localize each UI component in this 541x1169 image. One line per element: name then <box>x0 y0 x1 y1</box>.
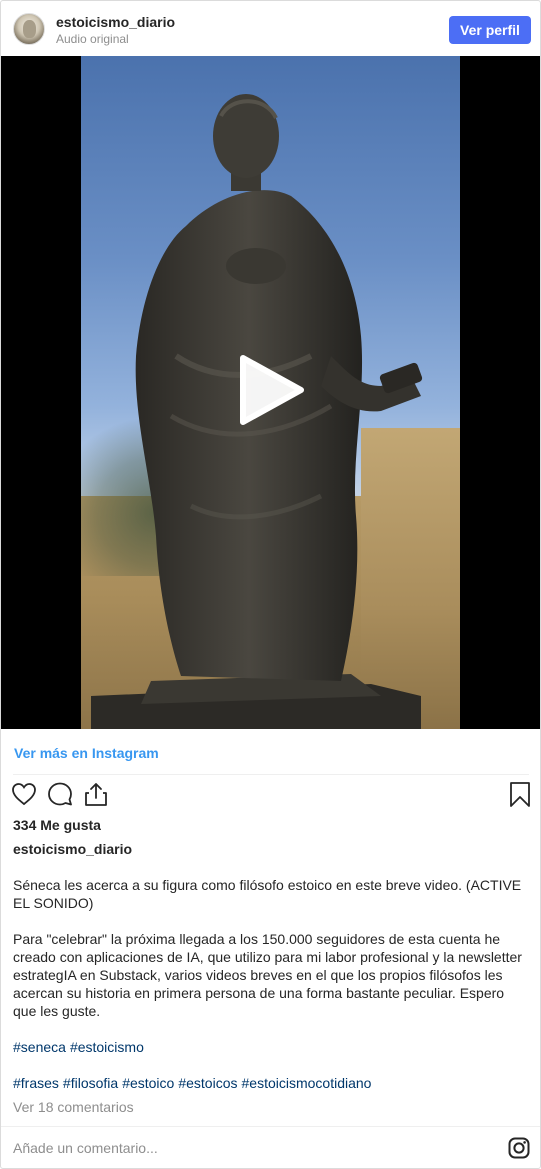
hashtag-link[interactable]: #filosofia <box>63 1075 118 1091</box>
view-more-instagram-link[interactable]: Ver más en Instagram <box>14 745 159 761</box>
comment-icon[interactable] <box>47 781 73 807</box>
instagram-icon[interactable] <box>508 1137 530 1159</box>
divider <box>13 774 529 775</box>
hashtags-line: #seneca #estoicismo <box>13 1038 531 1056</box>
header-username[interactable]: estoicismo_diario <box>56 14 175 30</box>
view-comments-link[interactable]: Ver 18 comentarios <box>13 1099 134 1115</box>
video-player[interactable] <box>1 56 540 729</box>
audio-label[interactable]: Audio original <box>56 32 129 46</box>
post-header: estoicismo_diario Audio original Ver per… <box>1 1 540 57</box>
action-bar <box>1 781 540 811</box>
hashtag-link[interactable]: #estoico <box>122 1075 174 1091</box>
heart-icon[interactable] <box>11 781 37 807</box>
play-icon[interactable] <box>237 354 307 426</box>
add-comment-input[interactable] <box>13 1140 313 1156</box>
likes-count[interactable]: 334 Me gusta <box>13 817 101 833</box>
caption-paragraph: Para "celebrar" la próxima llegada a los… <box>13 931 522 1019</box>
hashtag-link[interactable]: #estoicos <box>178 1075 237 1091</box>
hashtag-link[interactable]: #frases <box>13 1075 59 1091</box>
avatar[interactable] <box>13 13 45 45</box>
hashtag-link[interactable]: #estoicismocotidiano <box>242 1075 372 1091</box>
caption-paragraph: Séneca les acerca a su figura como filós… <box>13 877 522 911</box>
bookmark-icon[interactable] <box>507 781 533 807</box>
hashtags-line: #frases #filosofia #estoico #estoicos #estoi… <box>13 1074 531 1092</box>
hashtag-link[interactable]: #seneca <box>13 1039 66 1055</box>
caption: Séneca les acerca a su figura como filós… <box>13 876 531 1110</box>
divider <box>1 1126 540 1127</box>
caption-username[interactable]: estoicismo_diario <box>13 841 132 857</box>
share-icon[interactable] <box>83 781 109 807</box>
view-profile-button[interactable]: Ver perfil <box>449 16 531 44</box>
hashtag-link[interactable]: #estoicismo <box>70 1039 144 1055</box>
instagram-embed-card: estoicismo_diario Audio original Ver per… <box>0 0 541 1169</box>
